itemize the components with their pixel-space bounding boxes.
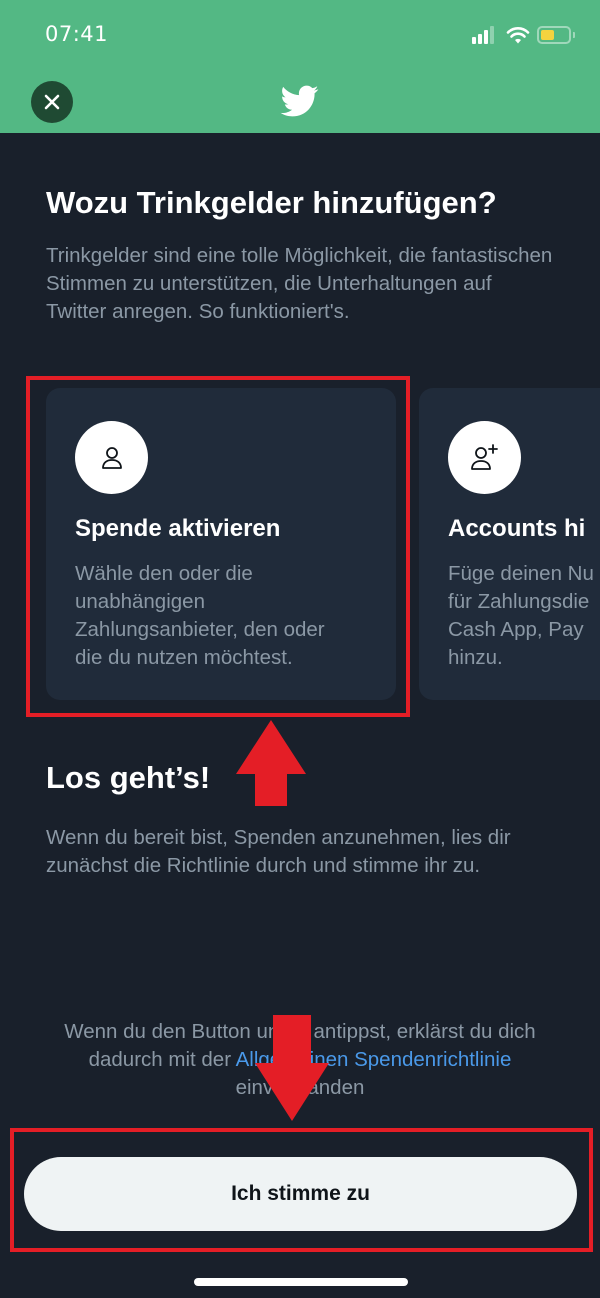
card-icon-circle — [448, 421, 521, 494]
status-icons — [472, 26, 582, 46]
annotation-highlight-card — [26, 376, 410, 717]
top-header: 07:41 — [0, 0, 600, 133]
close-button[interactable] — [31, 81, 73, 123]
card-title: Accounts hi — [448, 515, 586, 542]
intro-text: Trinkgelder sind eine tolle Möglichkeit,… — [46, 244, 553, 323]
card-description: Füge deinen Nu für Zahlungsdie Cash App,… — [448, 562, 594, 669]
battery-level — [541, 30, 554, 40]
battery-tip — [573, 32, 575, 38]
page-title: Wozu Trinkgelder hinzufügen? — [46, 185, 497, 220]
ready-text: Wenn du bereit bist, Spenden anzunehmen,… — [46, 826, 511, 877]
wifi-icon — [506, 27, 530, 44]
cellular-signal-icon — [472, 26, 496, 44]
feature-card-add-accounts[interactable]: Accounts hi Füge deinen Nu für Zahlungsd… — [419, 388, 600, 700]
annotation-highlight-button — [10, 1128, 593, 1252]
annotation-arrow-up-icon — [236, 720, 306, 806]
home-indicator — [194, 1278, 408, 1286]
battery-icon — [537, 26, 571, 44]
annotation-arrow-down-icon — [255, 1015, 329, 1121]
section-title: Los geht’s! — [46, 760, 211, 795]
person-add-icon — [470, 443, 498, 470]
status-time: 07:41 — [45, 22, 109, 46]
twitter-bird-logo — [280, 85, 319, 117]
close-icon — [44, 94, 60, 110]
